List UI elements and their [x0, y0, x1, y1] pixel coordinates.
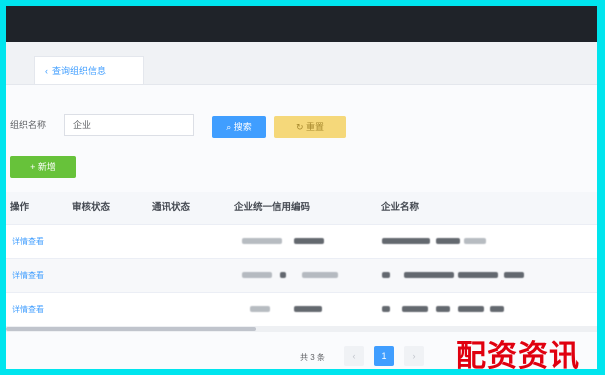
refresh-icon: ↻ [295, 122, 304, 132]
search-icon: ⌕ [226, 122, 232, 132]
company-name-cell [458, 306, 484, 312]
credit-code-cell [302, 272, 338, 278]
pagination-summary: 共 3 条 [300, 353, 325, 362]
company-name-cell [436, 238, 460, 244]
company-name-cell [490, 306, 504, 312]
table-row: 详情查看 [6, 293, 597, 327]
add-button[interactable]: + 新增 [10, 156, 76, 178]
company-name-cell [382, 238, 430, 244]
app-window: ‹ 查询组织信息 组织名称 企业 ⌕ 搜索 ↻ 重置 + 新增 操作 审核状态 通… [6, 6, 597, 369]
company-name-cell [404, 272, 454, 278]
search-input[interactable]: 企业 [64, 114, 194, 136]
search-button-label: 搜索 [233, 122, 252, 132]
credit-code-cell [250, 306, 270, 312]
company-name-cell [382, 272, 390, 278]
tab-label: 查询组织信息 [52, 66, 107, 76]
tab-current[interactable]: ‹ 查询组织信息 [34, 56, 144, 84]
top-navbar [6, 6, 597, 42]
header-audit-status: 审核状态 [72, 202, 111, 213]
company-name-cell [402, 306, 428, 312]
header-company-name: 企业名称 [381, 202, 420, 213]
chevron-left-icon: ‹ [45, 66, 48, 76]
credit-code-cell [280, 272, 286, 278]
search-label: 组织名称 [10, 120, 47, 130]
credit-code-cell [242, 238, 282, 244]
company-name-cell [504, 272, 524, 278]
company-name-cell [382, 306, 390, 312]
watermark-text: 配资资讯 [456, 339, 580, 369]
header-comm-status: 通讯状态 [152, 202, 191, 213]
prev-page-button[interactable]: ‹ [344, 346, 364, 366]
table-header: 操作 审核状态 通讯状态 企业统一信用编码 企业名称 [6, 192, 597, 225]
header-action: 操作 [10, 202, 30, 213]
view-details-link[interactable]: 详情查看 [12, 293, 44, 326]
current-page-button[interactable]: 1 [374, 346, 394, 366]
add-button-label: 新增 [37, 162, 56, 172]
next-page-button[interactable]: › [404, 346, 424, 366]
table-row: 详情查看 [6, 259, 597, 293]
header-credit-code: 企业统一信用编码 [234, 202, 311, 213]
reset-button-label: 重置 [306, 122, 325, 132]
company-name-cell [436, 306, 450, 312]
credit-code-cell [242, 272, 272, 278]
company-name-cell [464, 238, 486, 244]
chevron-right-icon: › [412, 351, 416, 361]
view-details-link[interactable]: 详情查看 [12, 225, 44, 258]
reset-button[interactable]: ↻ 重置 [274, 116, 346, 138]
plus-icon: + [30, 162, 36, 172]
credit-code-cell [294, 238, 324, 244]
view-details-link[interactable]: 详情查看 [12, 259, 44, 292]
chevron-left-icon: ‹ [352, 351, 356, 361]
scrollbar-thumb[interactable] [6, 327, 256, 331]
table-row: 详情查看 [6, 225, 597, 259]
credit-code-cell [294, 306, 322, 312]
company-name-cell [458, 272, 498, 278]
search-button[interactable]: ⌕ 搜索 [212, 116, 266, 138]
